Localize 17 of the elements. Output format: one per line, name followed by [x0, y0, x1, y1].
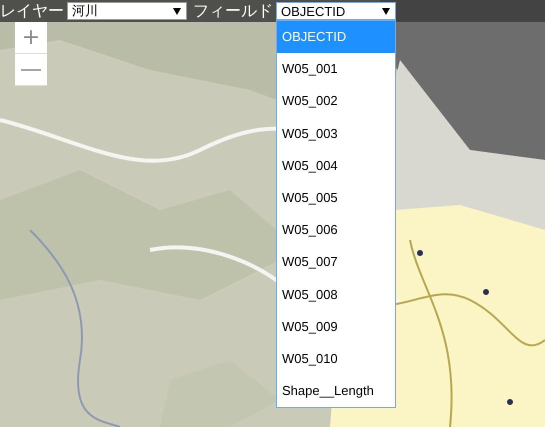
dropdown-option[interactable]: W05_001 [277, 53, 395, 86]
dropdown-option[interactable]: W05_003 [277, 118, 395, 150]
field-select[interactable]: OBJECTID [276, 2, 396, 20]
dropdown-option[interactable]: W05_009 [277, 310, 395, 343]
dropdown-option[interactable]: Shape__Length [277, 375, 395, 408]
dropdown-option[interactable]: W05_004 [277, 150, 395, 182]
dropdown-option[interactable]: W05_006 [277, 214, 395, 246]
field-label: フィールド [193, 1, 273, 21]
dropdown-option[interactable]: W05_005 [277, 182, 395, 214]
layer-label: レイヤー [0, 1, 64, 21]
dropdown-option[interactable]: W05_010 [277, 342, 395, 376]
dropdown-option[interactable]: W05_007 [277, 246, 395, 278]
layer-select[interactable]: 河川 [67, 2, 187, 20]
dropdown-option[interactable]: W05_008 [277, 278, 395, 311]
caret-icon [173, 8, 181, 14]
dropdown-option[interactable]: W05_002 [277, 85, 395, 118]
caret-icon [382, 8, 390, 14]
